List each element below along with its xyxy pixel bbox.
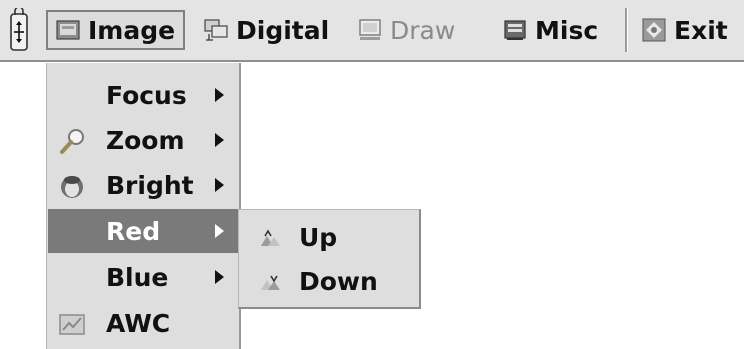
menu-image-label: Image bbox=[88, 15, 176, 45]
submenu-arrow-icon bbox=[215, 133, 224, 147]
menu-item-awc[interactable]: AWC bbox=[48, 301, 238, 345]
menu-item-focus-label: Focus bbox=[106, 81, 187, 110]
menu-draw[interactable]: Draw bbox=[358, 10, 455, 50]
submenu-arrow-icon bbox=[215, 270, 224, 284]
awc-icon bbox=[59, 314, 85, 335]
menu-item-focus[interactable]: Focus bbox=[48, 73, 238, 117]
menu-digital-label: Digital bbox=[236, 15, 330, 45]
draw-icon bbox=[359, 19, 381, 40]
menu-item-awc-label: AWC bbox=[106, 309, 171, 338]
menu-digital[interactable]: Digital bbox=[204, 10, 329, 50]
menubar-separator bbox=[625, 8, 628, 52]
menu-item-zoom-label: Zoom bbox=[106, 126, 185, 155]
menu-misc-label: Misc bbox=[535, 15, 599, 45]
magnifier-icon bbox=[60, 129, 84, 154]
submenu-item-up[interactable]: Up bbox=[249, 218, 414, 258]
menu-image[interactable]: Image bbox=[46, 10, 186, 50]
menu-draw-label: Draw bbox=[390, 15, 456, 45]
menubar: Image Digital Draw Misc Exit bbox=[0, 0, 744, 62]
digital-icon bbox=[204, 19, 228, 41]
submenu-item-down[interactable]: Down bbox=[249, 262, 414, 302]
menu-item-red[interactable]: Red bbox=[48, 209, 238, 253]
menu-item-zoom[interactable]: Zoom bbox=[48, 118, 238, 162]
image-icon bbox=[56, 20, 80, 40]
exit-icon bbox=[642, 18, 666, 42]
menu-item-red-label: Red bbox=[106, 217, 161, 246]
bright-icon bbox=[61, 176, 83, 198]
image-dropdown-menu: Focus Zoom Bright Red Blue AWC bbox=[46, 63, 241, 349]
submenu-item-up-label: Up bbox=[299, 223, 338, 252]
menu-item-blue[interactable]: Blue bbox=[48, 255, 238, 299]
menu-item-blue-label: Blue bbox=[106, 263, 169, 292]
drag-handle-icon[interactable] bbox=[8, 8, 30, 52]
submenu-arrow-icon bbox=[215, 88, 224, 102]
menu-item-bright-label: Bright bbox=[106, 171, 194, 200]
down-icon bbox=[261, 275, 280, 290]
submenu-item-down-label: Down bbox=[299, 267, 378, 296]
menu-item-bright[interactable]: Bright bbox=[48, 163, 238, 207]
up-icon bbox=[261, 229, 280, 246]
menu-exit[interactable]: Exit bbox=[642, 10, 728, 50]
red-submenu: Up Down bbox=[238, 209, 421, 309]
menu-exit-label: Exit bbox=[674, 15, 728, 45]
submenu-arrow-icon bbox=[215, 178, 224, 192]
misc-icon bbox=[504, 20, 526, 40]
submenu-arrow-icon bbox=[215, 224, 224, 238]
menu-misc[interactable]: Misc bbox=[503, 10, 598, 50]
